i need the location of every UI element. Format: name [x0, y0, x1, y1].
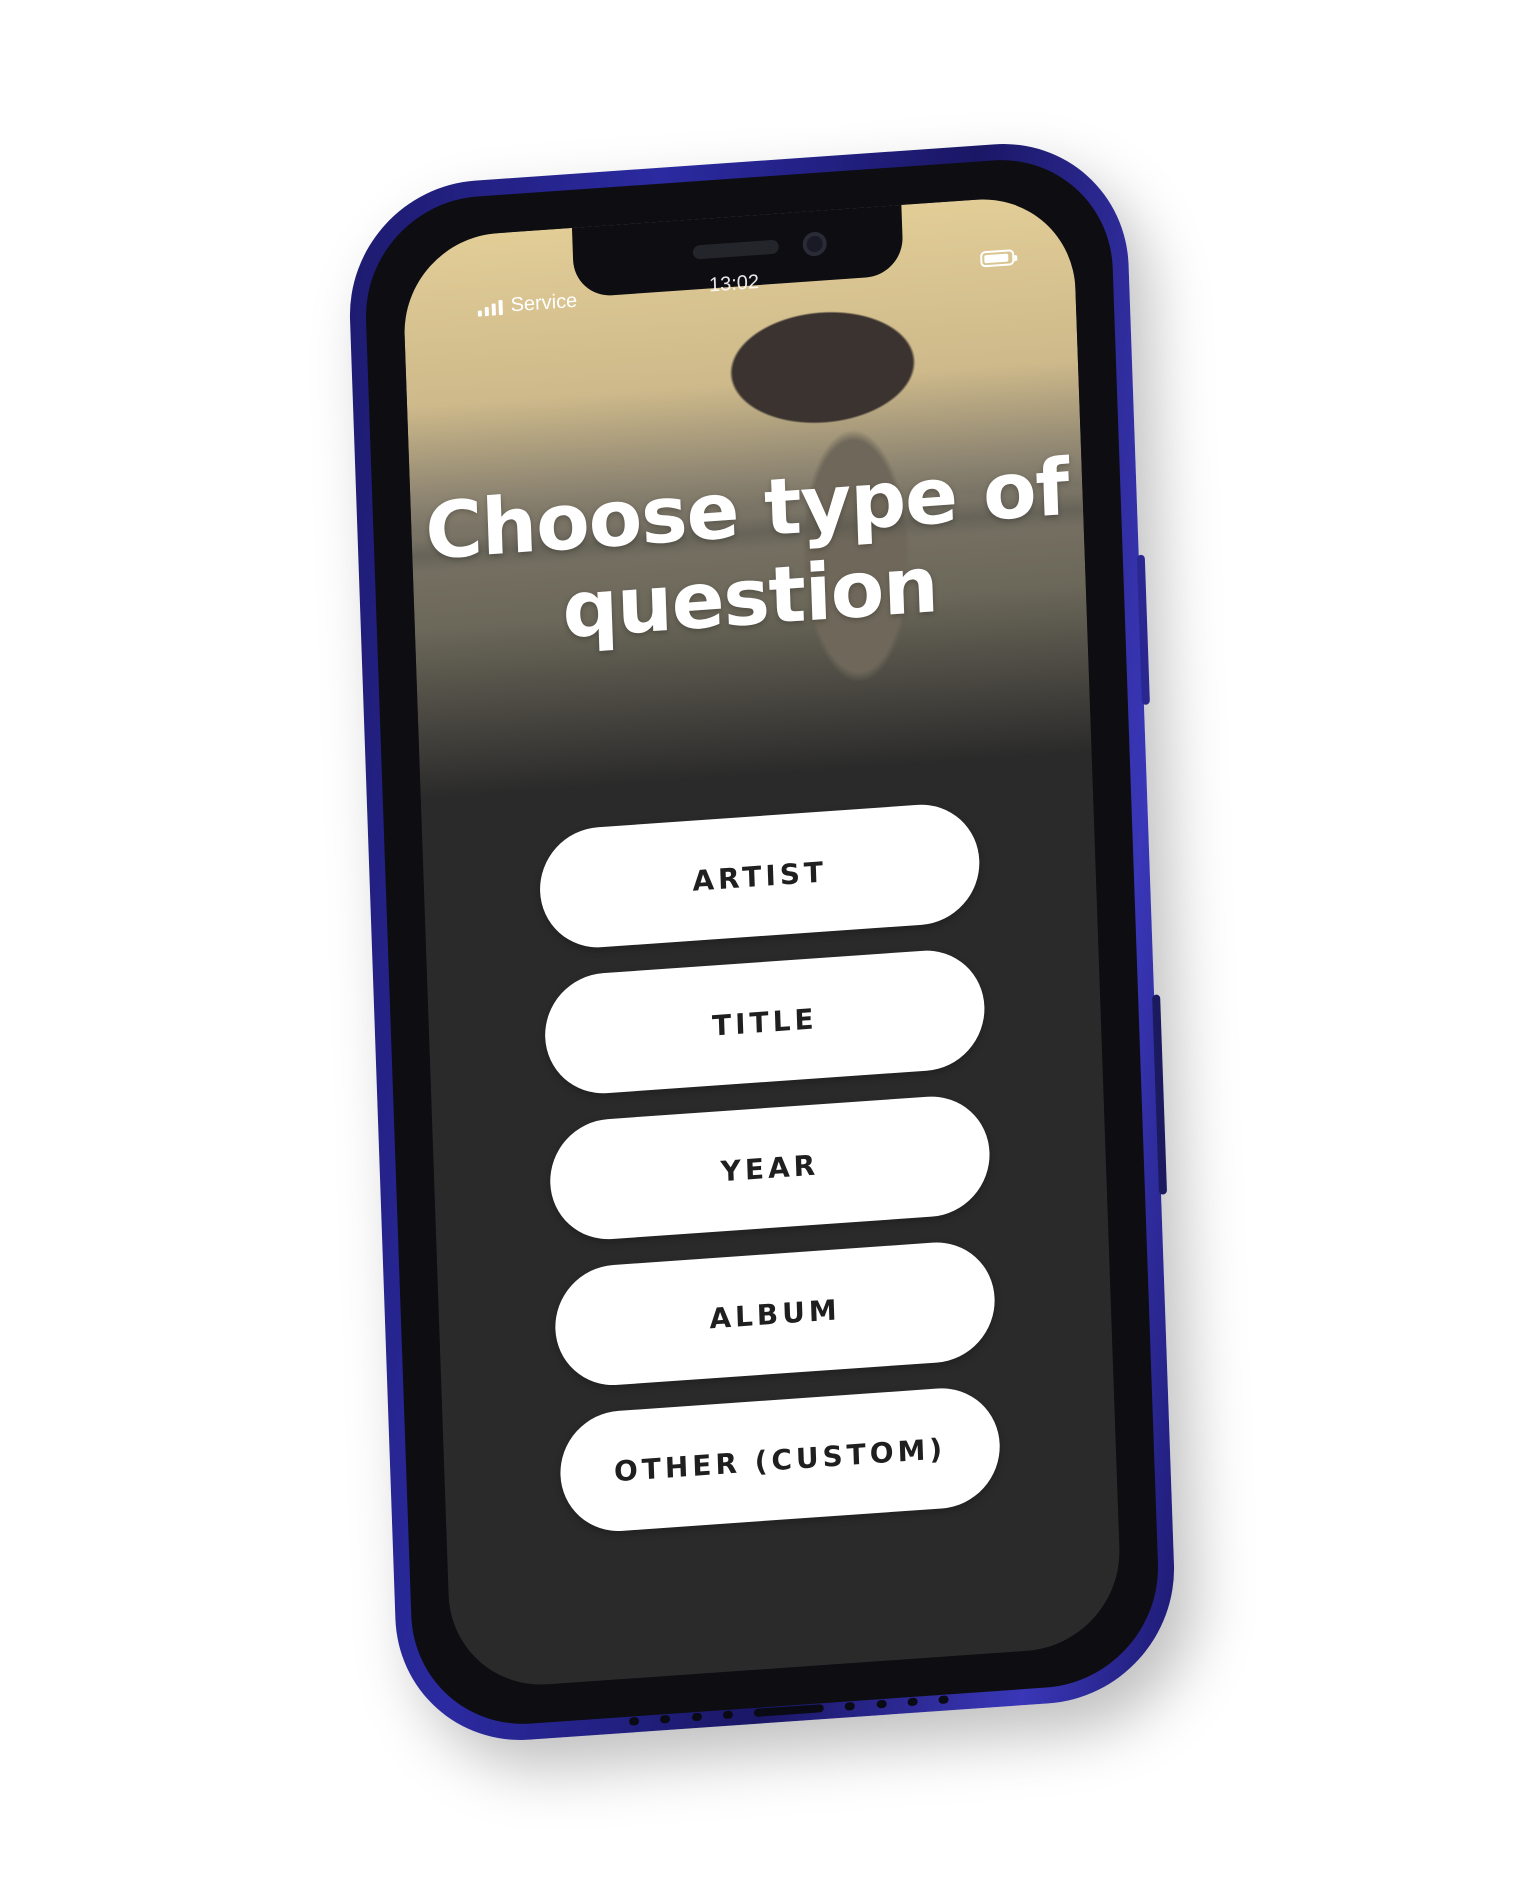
option-artist-button[interactable]: ARTIST	[538, 800, 982, 952]
option-year-button[interactable]: YEAR	[548, 1092, 992, 1244]
speaker-grille	[692, 239, 779, 260]
mockup-stage: Service 13:02 Choose type of question AR…	[0, 0, 1514, 1902]
side-button	[1136, 554, 1150, 706]
question-type-options: ARTIST TITLE YEAR ALBUM OTHER (CUSTOM)	[422, 793, 1117, 1543]
phone-frame: Service 13:02 Choose type of question AR…	[345, 135, 1179, 1749]
battery-level	[984, 253, 1009, 264]
option-album-button[interactable]: ALBUM	[553, 1238, 997, 1390]
battery-icon	[980, 249, 1015, 268]
carrier-label: Service	[510, 289, 578, 317]
front-camera-icon	[802, 231, 828, 257]
signal-icon	[477, 298, 503, 317]
side-button-lower	[1152, 994, 1168, 1195]
phone-screen: Service 13:02 Choose type of question AR…	[401, 192, 1123, 1692]
option-other-custom-button[interactable]: OTHER (CUSTOM)	[558, 1384, 1002, 1536]
phone-bezel: Service 13:02 Choose type of question AR…	[362, 152, 1162, 1732]
option-title-button[interactable]: TITLE	[543, 946, 987, 1098]
status-time: 13:02	[708, 271, 760, 297]
